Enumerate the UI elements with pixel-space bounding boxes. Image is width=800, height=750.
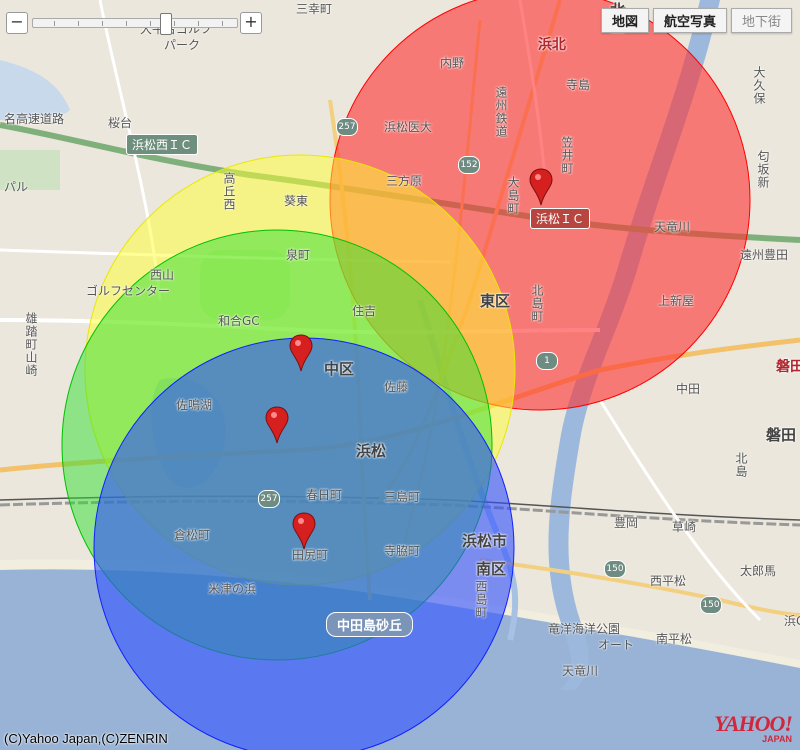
place-label: 和合GC xyxy=(218,314,260,328)
station-hamakita[interactable]: 浜北 xyxy=(538,34,566,54)
tab-underground: 地下街 xyxy=(730,8,792,33)
ward-label-naka: 中区 xyxy=(324,360,355,378)
place-label: 倉松町 xyxy=(174,528,211,542)
place-label: 春日町 xyxy=(306,488,343,502)
zoom-in-button[interactable]: + xyxy=(240,12,262,34)
place-label: 米津の浜 xyxy=(208,582,257,596)
place-label: 豊岡 xyxy=(614,516,639,530)
place-label: 三幸町 xyxy=(296,2,333,16)
zoom-out-button[interactable]: − xyxy=(6,12,28,34)
place-label: 寺脇町 xyxy=(384,544,421,558)
logo-sub-text: JAPAN xyxy=(762,734,792,744)
zoom-tick xyxy=(174,21,175,26)
zoom-control: − + xyxy=(4,12,264,35)
zoom-tick xyxy=(198,21,199,26)
place-label: 浜G xyxy=(784,614,800,628)
place-label: 遠州鉄道 xyxy=(494,86,508,138)
copyright-notice: (C)Yahoo Japan,(C)ZENRIN xyxy=(4,731,168,746)
place-label: 内野 xyxy=(440,56,465,70)
place-label: 西平松 xyxy=(650,574,687,588)
nakatajima-dune-label: 中田島砂丘 xyxy=(326,612,414,637)
place-label: 三方原 xyxy=(386,174,423,188)
zoom-tick xyxy=(126,21,127,26)
route-shield-150b: 150 xyxy=(700,596,722,614)
place-label: 住吉 xyxy=(352,304,377,318)
place-label: 竜洋海洋公園 xyxy=(548,622,621,636)
place-label: オート xyxy=(598,638,635,652)
place-label: 北島町 xyxy=(530,284,544,323)
ward-label-minami: 南区 xyxy=(476,560,507,578)
zoom-tick xyxy=(78,21,79,26)
place-label: 中田 xyxy=(676,382,701,396)
ic-label-hamamatsu[interactable]: 浜松ＩＣ xyxy=(530,208,591,229)
place-label: 高丘西 xyxy=(222,172,236,211)
place-label: 三島町 xyxy=(384,490,421,504)
map-type-tabs: 地図 航空写真 地下街 xyxy=(600,8,792,33)
place-label: 浜松医大 xyxy=(384,120,433,134)
place-label: 大島町 xyxy=(506,176,520,215)
route-shield-257b: 257 xyxy=(258,490,280,508)
place-label: 田尻町 xyxy=(292,548,329,562)
place-label: 笠井町 xyxy=(560,136,574,175)
place-label: 佐鳴湖 xyxy=(176,398,213,412)
place-label: パル xyxy=(4,180,29,194)
route-shield-257: 257 xyxy=(336,118,358,136)
yahoo-japan-logo[interactable]: YAHOO! JAPAN xyxy=(714,711,793,744)
place-label-hamamatsu: 浜松 xyxy=(356,442,387,460)
marker-green-circle-center[interactable] xyxy=(264,406,290,444)
zoom-slider-handle[interactable] xyxy=(160,13,172,35)
place-label: 葵東 xyxy=(284,194,309,208)
place-label: 寺島 xyxy=(566,78,591,92)
zoom-tick xyxy=(222,21,223,26)
marker-blue-circle-center[interactable] xyxy=(291,512,317,550)
place-label: パーク xyxy=(164,38,201,52)
place-label-iwata: 磐田 xyxy=(766,426,797,444)
zoom-slider-track[interactable] xyxy=(32,18,238,28)
place-label: 桜台 xyxy=(108,116,133,130)
ward-label-higashi: 東区 xyxy=(480,292,511,310)
marker-red-circle-center[interactable] xyxy=(528,168,554,206)
place-label: 匂坂新 xyxy=(756,150,770,189)
place-label: 泉町 xyxy=(286,248,311,262)
marker-yellow-circle-center[interactable] xyxy=(288,334,314,372)
place-label: 名高速道路 xyxy=(4,112,65,126)
zoom-tick xyxy=(150,21,151,26)
route-shield-150a: 150 xyxy=(604,560,626,578)
ic-label-hamamatsu-nishi[interactable]: 浜松西ＩＣ xyxy=(126,134,199,155)
map-canvas[interactable]: 三幸町 大平台ゴルフ パーク 桜台 名高速道路 パル 高丘西 葵東 三方原 泉町… xyxy=(0,0,800,750)
place-label: 北島 xyxy=(734,452,748,478)
place-label: 佐藤 xyxy=(384,380,409,394)
place-label: 草崎 xyxy=(672,520,697,534)
place-label: 天竜川 xyxy=(654,220,691,234)
route-shield-152: 152 xyxy=(458,156,480,174)
route-shield-1: 1 xyxy=(536,352,558,370)
place-label: 太郎馬 xyxy=(740,564,777,578)
station-iwata[interactable]: 磐田 xyxy=(776,356,800,376)
place-label: 雄踏町山崎 xyxy=(24,312,38,377)
place-label: 南平松 xyxy=(656,632,693,646)
place-label: 上新屋 xyxy=(658,294,695,308)
place-label: ゴルフセンター xyxy=(86,284,171,298)
place-label: 西島町 xyxy=(474,580,488,619)
place-label-hamamatsu-city: 浜松市 xyxy=(462,532,508,550)
tab-aerial[interactable]: 航空写真 xyxy=(652,8,727,33)
logo-main-text: YAHOO! xyxy=(714,711,793,736)
place-label: 遠州豊田 xyxy=(740,248,789,262)
tab-map[interactable]: 地図 xyxy=(600,8,649,33)
zoom-tick xyxy=(102,21,103,26)
place-label: 大久保 xyxy=(752,66,766,105)
zoom-tick xyxy=(54,21,55,26)
place-label: 天竜川 xyxy=(562,664,599,678)
place-label: 西山 xyxy=(150,268,175,282)
